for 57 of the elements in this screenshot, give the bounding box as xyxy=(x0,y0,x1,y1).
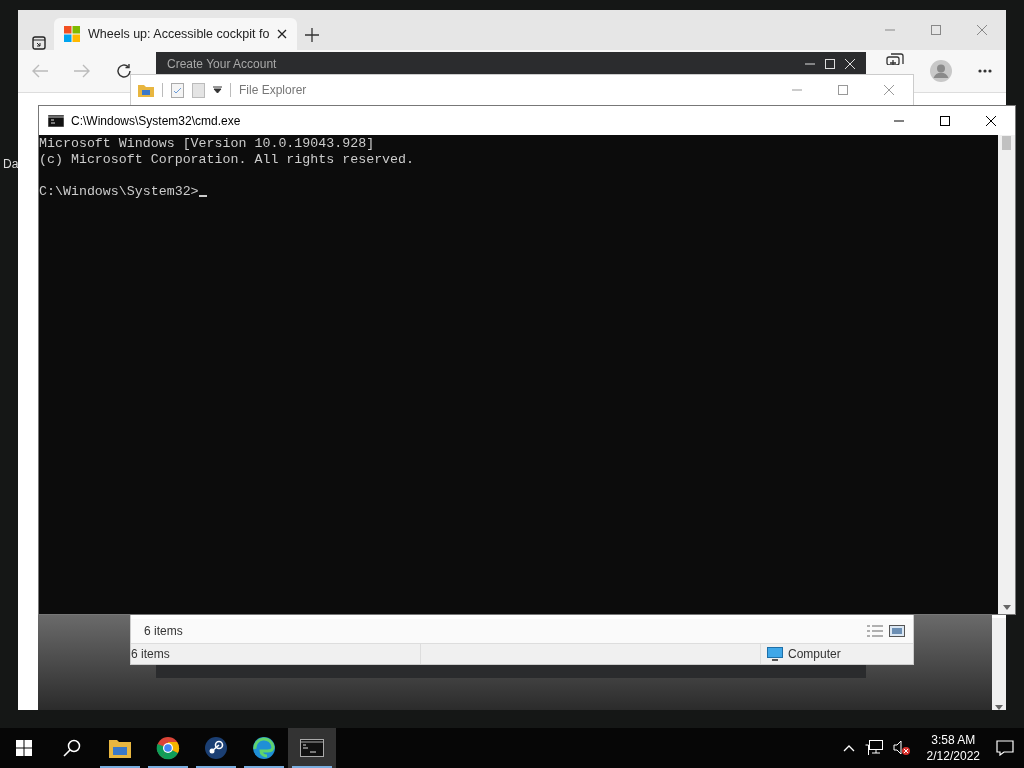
close-icon xyxy=(976,24,988,36)
four-squares-logo-icon xyxy=(64,26,80,42)
window-text-fragment: Da xyxy=(3,157,19,171)
close-icon xyxy=(277,29,288,39)
console-output-line: Microsoft Windows [Version 10.0.19043.928] xyxy=(39,136,376,152)
close-icon xyxy=(985,114,997,127)
clock-time: 3:58 AM xyxy=(931,732,976,748)
window-title: C:\Windows\System32\cmd.exe xyxy=(71,113,241,128)
status-items: 6 items xyxy=(131,647,170,661)
circle-logo-icon xyxy=(204,736,228,760)
dropdown-caret-icon[interactable] xyxy=(213,86,222,94)
volume-muted-icon[interactable] xyxy=(892,740,911,756)
wave-browser-icon xyxy=(252,736,276,760)
round-browser-icon xyxy=(156,736,180,760)
new-tab-button[interactable] xyxy=(305,28,320,42)
console-output-line: (c) Microsoft Corporation. All rights reserved. xyxy=(39,152,416,168)
plus-icon xyxy=(305,28,320,42)
maximize-button[interactable] xyxy=(939,114,951,127)
properties-icon[interactable] xyxy=(171,82,184,98)
taskbar-app-button[interactable] xyxy=(288,728,336,768)
network-icon[interactable] xyxy=(864,740,883,756)
maximize-icon xyxy=(837,84,849,96)
terminal-icon xyxy=(300,736,324,760)
caret-down-icon xyxy=(1002,605,1011,610)
scrollbar[interactable] xyxy=(992,618,1006,710)
windows-logo-icon xyxy=(16,740,32,756)
search-icon xyxy=(63,739,81,757)
avatar-icon[interactable] xyxy=(930,60,952,82)
close-tab-button[interactable] xyxy=(277,29,288,39)
text-cursor xyxy=(198,195,207,197)
monitor-icon xyxy=(767,647,783,661)
caret-down-icon xyxy=(995,705,1003,710)
tab-actions-icon xyxy=(32,36,46,50)
clock-date: 2/12/2022 xyxy=(926,748,980,764)
browser-tab[interactable]: Wheels up: Accessible cockpit fo xyxy=(54,18,298,50)
large-icons-view-icon[interactable] xyxy=(889,625,905,637)
more-icon[interactable] xyxy=(978,69,992,73)
clock[interactable]: 3:58 AM 2/12/2022 xyxy=(920,732,986,764)
close-icon xyxy=(883,84,895,96)
item-count: 6 items xyxy=(144,624,183,638)
command-prompt: C:\Windows\System32> xyxy=(39,184,199,200)
scroll-thumb[interactable] xyxy=(1002,136,1011,150)
window-title: File Explorer xyxy=(239,83,307,97)
close-button[interactable] xyxy=(985,114,997,127)
refresh-icon[interactable] xyxy=(116,63,132,79)
maximize-icon xyxy=(939,114,951,127)
maximize-icon xyxy=(824,58,836,70)
dialog-title: Create Your Account xyxy=(167,57,277,71)
notification-icon[interactable] xyxy=(996,740,1014,756)
status-location: Computer xyxy=(788,647,841,661)
collections-icon[interactable] xyxy=(886,53,904,65)
terminal-icon xyxy=(48,114,64,127)
maximize-icon xyxy=(930,24,942,36)
chevron-up-icon[interactable] xyxy=(842,744,855,752)
scrollbar[interactable] xyxy=(998,135,1015,614)
folder-icon xyxy=(138,83,154,97)
close-icon xyxy=(844,58,856,70)
